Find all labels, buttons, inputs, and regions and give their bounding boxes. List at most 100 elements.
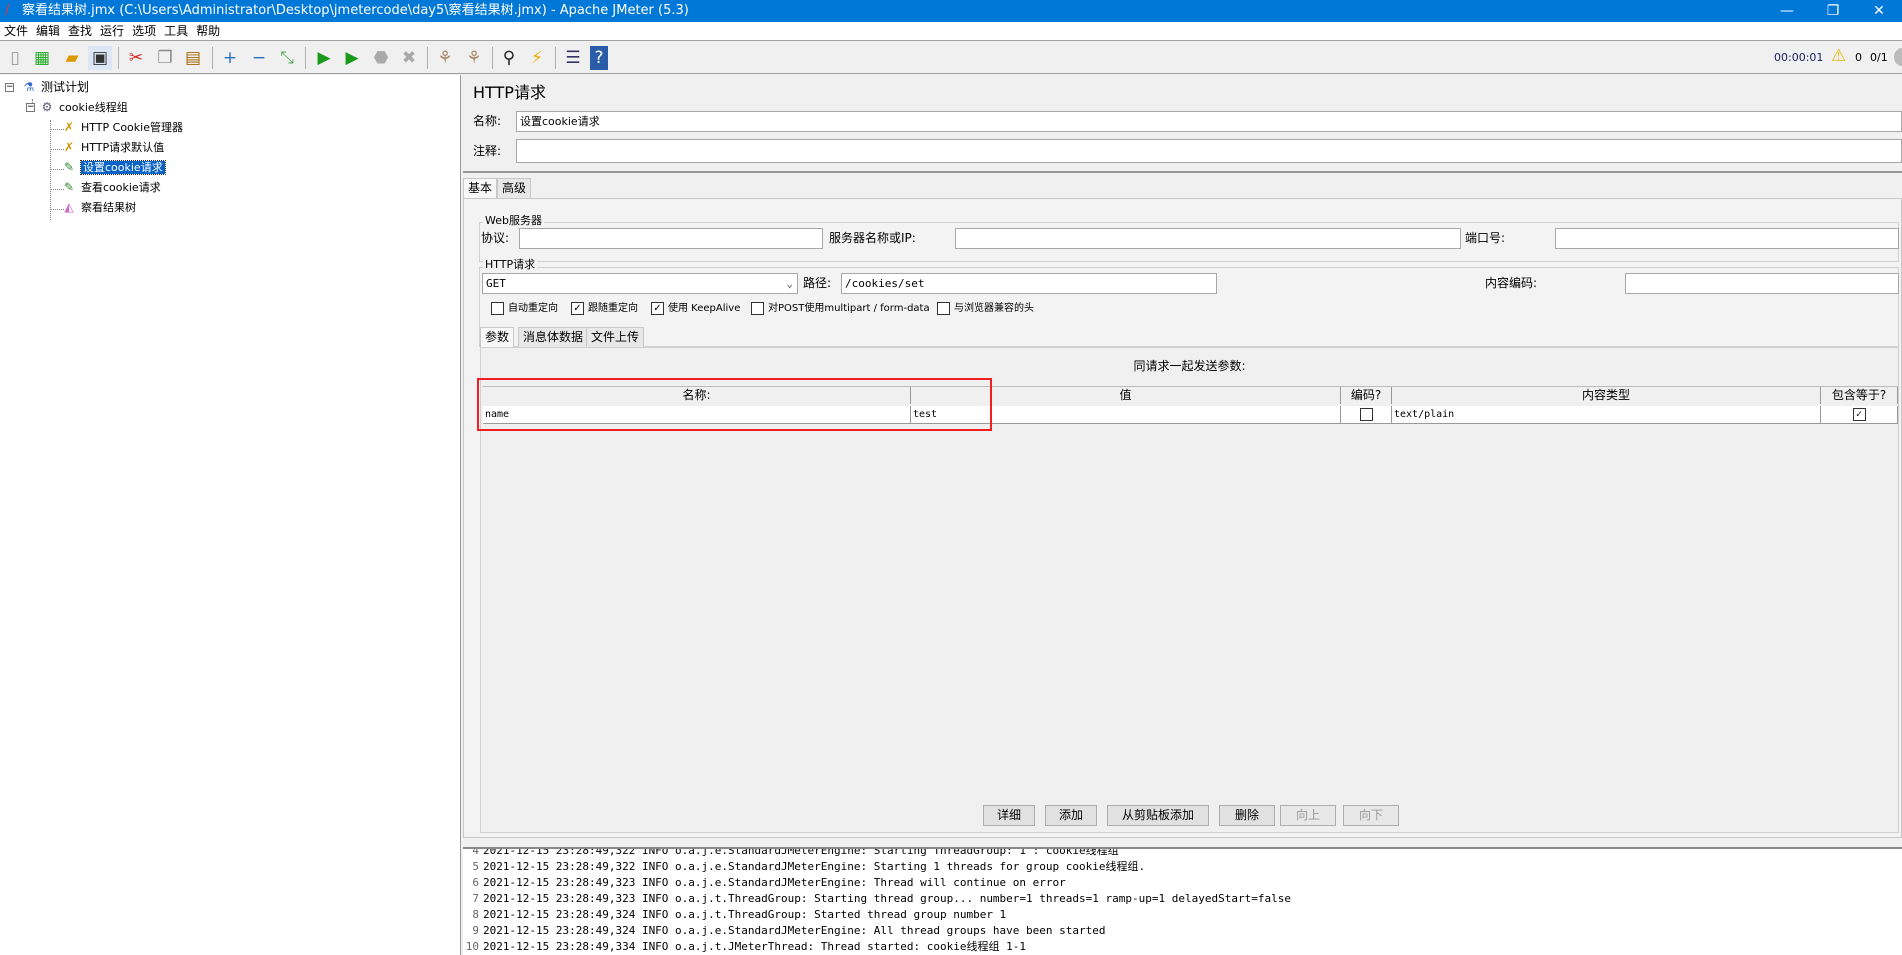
minimize-button[interactable]: — [1764,0,1810,22]
log-line: 2021-12-15 23:28:49,322 INFO o.a.j.e.Sta… [483,847,1119,857]
comment-input[interactable] [516,139,1902,163]
encoding-label: 内容编码: [1485,276,1538,290]
detail-button[interactable]: 详细 [983,805,1035,826]
port-label: 端口号: [1465,231,1506,245]
tree-item-thread-group[interactable]: ⚙ cookie线程组 [38,97,128,117]
toolbar: ▯ ▦ ▰ ▣ ✂ ❐ ▤ + − ⤡ ▶ ▶ ⬣ ✖ ⚘ ⚘ ⚲ ⚡ ☰ ? … [0,42,1902,74]
move-down-button[interactable]: 向下 [1343,805,1399,826]
include-equals-checkbox[interactable]: ✓ [1821,406,1898,423]
tree-item-cookie-manager[interactable]: ✗ HTTP Cookie管理器 [60,117,183,137]
new-icon[interactable]: ▯ [3,46,27,70]
feather-icon: / [5,3,10,18]
name-input[interactable]: 设置cookie请求 [516,111,1902,132]
encoding-input[interactable] [1625,273,1899,294]
highlight-annotation [477,378,992,431]
stop-icon[interactable]: ⬣ [369,46,393,70]
tree-item-view-cookie-request[interactable]: ✎ 查看cookie请求 [60,177,161,197]
chevron-down-icon: ⌄ [786,277,793,290]
start-icon[interactable]: ▶ [312,46,336,70]
templates-icon[interactable]: ▦ [30,46,54,70]
server-input[interactable] [955,228,1461,249]
follow-redirect-checkbox[interactable]: ✓ 跟随重定向 [571,301,638,317]
menu-run[interactable]: 运行 [96,22,128,41]
checkbox-icon [937,301,950,315]
tree-item-results-tree[interactable]: ◭ 察看结果树 [60,197,136,217]
start-no-pause-icon[interactable]: ▶ [340,46,364,70]
tools-icon: ✗ [63,120,75,134]
title-bar: / 察看结果树.jmx (C:\Users\Administrator\Desk… [0,0,1902,22]
window-title: 察看结果树.jmx (C:\Users\Administrator\Deskto… [22,3,689,18]
log-line: 2021-12-15 23:28:49,323 INFO o.a.j.e.Sta… [483,876,1066,889]
delete-button[interactable]: 删除 [1219,805,1275,826]
tab-files-upload[interactable]: 文件上传 [586,327,645,347]
help-icon[interactable]: ? [590,46,608,70]
menu-file[interactable]: 文件 [0,22,32,41]
http-request-group-label: HTTP请求 [483,255,538,275]
method-select[interactable]: GET ⌄ [482,273,798,294]
keepalive-checkbox[interactable]: ✓ 使用 KeepAlive [651,301,740,317]
splitter[interactable] [463,171,1902,173]
tab-parameters[interactable]: 参数 [480,327,515,347]
checkbox-icon [1359,407,1373,421]
protocol-label: 协议: [481,231,510,245]
tab-body-data[interactable]: 消息体数据 [518,327,589,347]
multipart-checkbox[interactable]: 对POST使用multipart / form-data [751,301,930,317]
close-button[interactable]: ✕ [1856,0,1902,22]
tree-item-set-cookie-request[interactable]: ✎ 设置cookie请求 [60,157,166,177]
collapse-icon[interactable]: − [247,46,271,70]
add-button[interactable]: 添加 [1045,805,1097,826]
log-line: 2021-12-15 23:28:49,324 INFO o.a.j.t.Thr… [483,908,1007,921]
toggle-icon[interactable]: ⤡ [275,46,299,70]
add-from-clipboard-button[interactable]: 从剪贴板添加 [1107,805,1209,826]
menu-edit[interactable]: 编辑 [32,22,64,41]
content-type-cell[interactable]: text/plain [1392,406,1821,423]
search-icon[interactable]: ⚲ [497,46,521,70]
column-header-content-type[interactable]: 内容类型 [1392,387,1821,404]
menu-tools[interactable]: 工具 [160,22,192,41]
menu-search[interactable]: 查找 [64,22,96,41]
move-up-button[interactable]: 向上 [1280,805,1336,826]
tab-advanced[interactable]: 高级 [497,178,532,198]
pipette-icon: ✎ [63,160,75,174]
pipette-icon: ✎ [63,180,75,194]
test-plan-tree: − ⚗ 测试计划 − ⚙ cookie线程组 ✗ HTTP Cookie管理器 ✗ HT… [0,75,461,955]
protocol-input[interactable] [519,228,823,249]
warning-icon[interactable]: ⚠ [1831,46,1846,66]
cut-icon[interactable]: ✂ [124,46,148,70]
tree-item-test-plan[interactable]: ⚗ 测试计划 [20,77,89,97]
restore-button[interactable]: ❐ [1810,0,1856,22]
menu-help[interactable]: 帮助 [192,22,224,41]
browser-headers-checkbox[interactable]: 与浏览器兼容的头 [937,301,1034,317]
clear-all-icon[interactable]: ⚘ [462,46,486,70]
save-icon[interactable]: ▣ [88,46,112,70]
active-threads: 0/1 [1870,51,1888,64]
clear-icon[interactable]: ⚘ [433,46,457,70]
auto-redirect-checkbox[interactable]: 自动重定向 [491,301,558,317]
open-icon[interactable]: ▰ [60,46,84,70]
log-line: 2021-12-15 23:28:49,323 INFO o.a.j.t.Thr… [483,892,1291,905]
function-helper-icon[interactable]: ☰ [561,46,585,70]
paste-icon[interactable]: ▤ [181,46,205,70]
checkmark-icon: ✓ [651,301,664,315]
port-input[interactable] [1555,228,1899,249]
server-label: 服务器名称或IP: [829,231,916,245]
tools-icon: ✗ [63,140,75,154]
column-header-encode[interactable]: 编码? [1341,387,1392,404]
collapse-toggle[interactable]: − [26,103,35,112]
shutdown-icon[interactable]: ✖ [397,46,421,70]
log-panel[interactable]: 4 2021-12-15 23:28:49,322 INFO o.a.j.e.St… [463,847,1902,955]
encode-checkbox[interactable] [1341,406,1392,423]
gear-icon: ⚙ [41,100,53,114]
tab-basic[interactable]: 基本 [463,178,498,198]
checkmark-icon: ✓ [1852,407,1866,421]
collapse-toggle[interactable]: − [5,83,14,92]
column-header-include-equals[interactable]: 包含等于? [1821,387,1898,404]
log-line: 2021-12-15 23:28:49,324 INFO o.a.j.e.Sta… [483,924,1106,937]
expand-icon[interactable]: + [218,46,242,70]
reset-search-icon[interactable]: ⚡ [525,46,549,70]
menu-options[interactable]: 选项 [128,22,160,41]
checkbox-icon [751,301,764,315]
path-input[interactable]: /cookies/set [841,273,1217,294]
copy-icon[interactable]: ❐ [153,46,177,70]
tree-item-http-defaults[interactable]: ✗ HTTP请求默认值 [60,137,164,157]
